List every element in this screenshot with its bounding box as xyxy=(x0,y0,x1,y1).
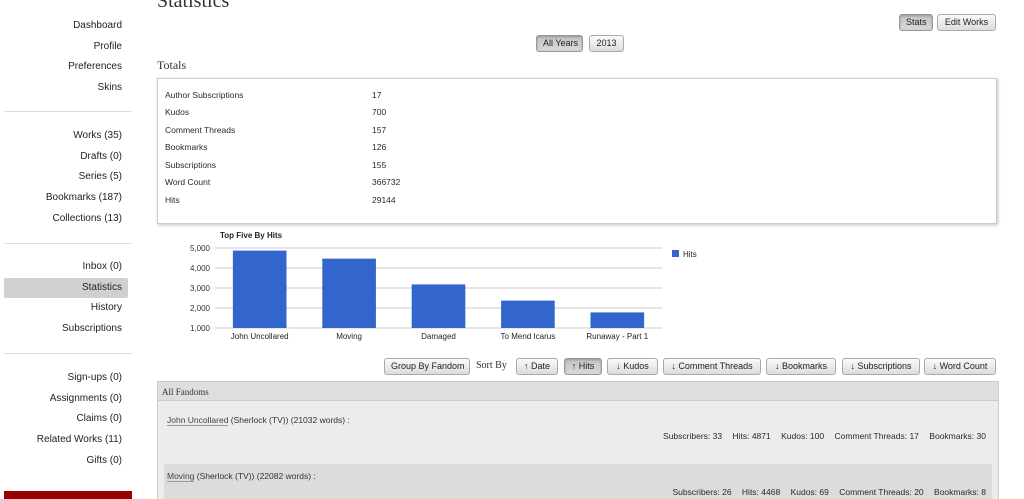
work-stat-bookmarks: Bookmarks: 8 xyxy=(934,487,986,497)
work-title-link[interactable]: John Uncollared xyxy=(167,415,229,426)
sidebar-divider xyxy=(4,353,132,354)
work-stat-hits: Hits: 4468 xyxy=(741,487,781,497)
chart-bar xyxy=(322,258,376,328)
sidebar-item-works[interactable]: Works (35) xyxy=(0,126,132,147)
chart-x-tick-label: John Uncollared xyxy=(231,332,289,341)
chart-y-tick-label: 3,000 xyxy=(190,284,211,293)
sidebar-group-activity: Inbox (0) Statistics History Subscriptio… xyxy=(0,257,132,340)
chart-legend-label: Hits xyxy=(683,250,697,259)
chart-title: Top Five By Hits xyxy=(220,231,283,240)
work-title-line: Moving (Sherlock (TV)) (22082 words) : xyxy=(167,471,316,482)
page-title: Statistics xyxy=(157,0,230,12)
work-title-line: John Uncollared (Sherlock (TV)) (21032 w… xyxy=(167,415,350,426)
totals-label: Subscriptions xyxy=(165,159,217,170)
sidebar-item-profile[interactable]: Profile xyxy=(0,37,132,58)
sidebar-item-bookmarks[interactable]: Bookmarks (187) xyxy=(0,188,132,209)
sidebar-divider xyxy=(4,243,132,244)
work-stats-row: John Uncollared (Sherlock (TV)) (21032 w… xyxy=(164,408,992,445)
work-stat-subscribers: Subscribers: 26 xyxy=(672,487,732,497)
sort-by-label: Sort By xyxy=(476,360,507,371)
work-stat-kudos: Kudos: 100 xyxy=(781,431,825,441)
chart-bar xyxy=(411,284,466,328)
sort-hits-button[interactable]: ↑ Hits xyxy=(564,358,602,375)
sidebar-item-dashboard[interactable]: Dashboard xyxy=(0,16,132,37)
sidebar-item-collections[interactable]: Collections (13) xyxy=(0,209,132,230)
work-fandom-info: (Sherlock (TV)) (22082 words) : xyxy=(194,471,316,481)
work-stats: Subscribers: 33 Hits: 4871 Kudos: 100 Co… xyxy=(655,431,986,441)
stats-button[interactable]: Stats xyxy=(899,14,933,31)
totals-value: 366732 xyxy=(372,177,401,187)
sort-word-count-button[interactable]: ↓ Word Count xyxy=(924,358,996,375)
totals-heading: Totals xyxy=(157,58,187,72)
sidebar-item-signups[interactable]: Sign-ups (0) xyxy=(0,368,132,389)
edit-works-button[interactable]: Edit Works xyxy=(937,14,996,31)
totals-label: Bookmarks xyxy=(165,142,208,152)
work-stats: Subscribers: 26 Hits: 4468 Kudos: 69 Com… xyxy=(664,487,986,497)
top-five-hits-chart: Top Five By Hits 1,000 2,000 3,000 4,000 5,00… xyxy=(157,226,717,350)
sidebar-group-works: Works (35) Drafts (0) Series (5) Bookmar… xyxy=(0,126,132,229)
fandom-works-list: John Uncollared (Sherlock (TV)) (21032 w… xyxy=(157,401,999,499)
totals-label: Hits xyxy=(165,194,180,205)
chart-x-tick-label: Damaged xyxy=(421,332,456,341)
totals-label: Author Subscriptions xyxy=(165,90,244,100)
all-fandoms-header[interactable]: All Fandoms xyxy=(157,381,999,401)
totals-value: 17 xyxy=(372,90,382,100)
work-stat-kudos: Kudos: 69 xyxy=(790,487,829,497)
sidebar-item-subscriptions[interactable]: Subscriptions xyxy=(0,319,132,340)
chart-y-tick-label: 4,000 xyxy=(190,264,211,273)
chart-y-tick-label: 1,000 xyxy=(190,324,211,333)
work-stat-hits: Hits: 4871 xyxy=(732,431,771,441)
sidebar-item-preferences[interactable]: Preferences xyxy=(0,57,132,78)
sidebar-item-gifts[interactable]: Gifts (0) xyxy=(0,451,132,472)
sidebar-divider xyxy=(4,111,132,112)
sidebar-item-inbox[interactable]: Inbox (0) xyxy=(0,257,132,278)
totals-value: 700 xyxy=(372,107,387,117)
work-stat-comment-threads: Comment Threads: 17 xyxy=(834,431,919,441)
chart-bar xyxy=(232,250,287,328)
chart-x-tick-label: Runaway - Part 1 xyxy=(586,332,648,341)
sidebar-item-related-works[interactable]: Related Works (11) xyxy=(0,430,132,451)
sidebar-item-statistics[interactable]: Statistics xyxy=(4,277,128,299)
totals-label: Kudos xyxy=(165,107,190,117)
sidebar-footer-bar xyxy=(4,491,132,499)
sidebar-item-drafts[interactable]: Drafts (0) xyxy=(0,147,132,168)
sidebar-item-series[interactable]: Series (5) xyxy=(0,167,132,188)
work-stat-comment-threads: Comment Threads: 20 xyxy=(839,487,924,497)
work-title-link[interactable]: Moving xyxy=(167,471,195,482)
sort-subscriptions-button[interactable]: ↓ Subscriptions xyxy=(842,358,920,375)
dashboard-sidebar: Dashboard Profile Preferences Skins Work… xyxy=(0,0,132,499)
chart-y-tick-label: 5,000 xyxy=(190,244,211,253)
chart-canvas: Top Five By Hits 1,000 2,000 3,000 4,000 5,00… xyxy=(190,231,697,341)
group-by-fandom-button[interactable]: Group By Fandom xyxy=(384,358,470,375)
totals-label: Comment Threads xyxy=(165,124,236,135)
sidebar-item-history[interactable]: History xyxy=(0,298,132,319)
sort-bookmarks-button[interactable]: ↓ Bookmarks xyxy=(766,358,836,375)
year-2013-button[interactable]: 2013 xyxy=(589,35,624,52)
chart-y-tick-label: 2,000 xyxy=(190,304,211,313)
sidebar-item-assignments[interactable]: Assignments (0) xyxy=(0,389,132,410)
work-stat-subscribers: Subscribers: 33 xyxy=(663,431,723,441)
totals-value: 157 xyxy=(372,124,387,135)
work-fandom-info: (Sherlock (TV)) (21032 words) : xyxy=(228,415,350,425)
sort-kudos-button[interactable]: ↓ Kudos xyxy=(607,358,658,375)
chart-x-tick-label: To Mend Icarus xyxy=(501,332,556,341)
chart-x-tick-label: Moving xyxy=(336,332,362,341)
sidebar-item-skins[interactable]: Skins xyxy=(0,78,132,99)
totals-value: 29144 xyxy=(372,194,396,205)
chart-bar xyxy=(590,312,645,328)
sidebar-group-account: Dashboard Profile Preferences Skins xyxy=(0,16,132,99)
totals-label: Word Count xyxy=(165,177,211,187)
chart-legend-swatch xyxy=(672,250,679,257)
totals-value: 155 xyxy=(372,159,387,170)
all-years-button[interactable]: All Years xyxy=(536,35,583,52)
work-stat-bookmarks: Bookmarks: 30 xyxy=(929,431,986,441)
sidebar-item-claims[interactable]: Claims (0) xyxy=(0,409,132,430)
totals-value: 126 xyxy=(372,142,387,152)
chart-bar xyxy=(501,300,555,328)
sidebar-group-challenges: Sign-ups (0) Assignments (0) Claims (0) … xyxy=(0,368,132,471)
totals-table: Author Subscriptions 17 Kudos 700 Commen… xyxy=(157,78,997,224)
sort-comment-threads-button[interactable]: ↓ Comment Threads xyxy=(663,358,761,375)
work-stats-row: Moving (Sherlock (TV)) (22082 words) : S… xyxy=(164,464,992,499)
sort-date-button[interactable]: ↑ Date xyxy=(516,358,558,375)
